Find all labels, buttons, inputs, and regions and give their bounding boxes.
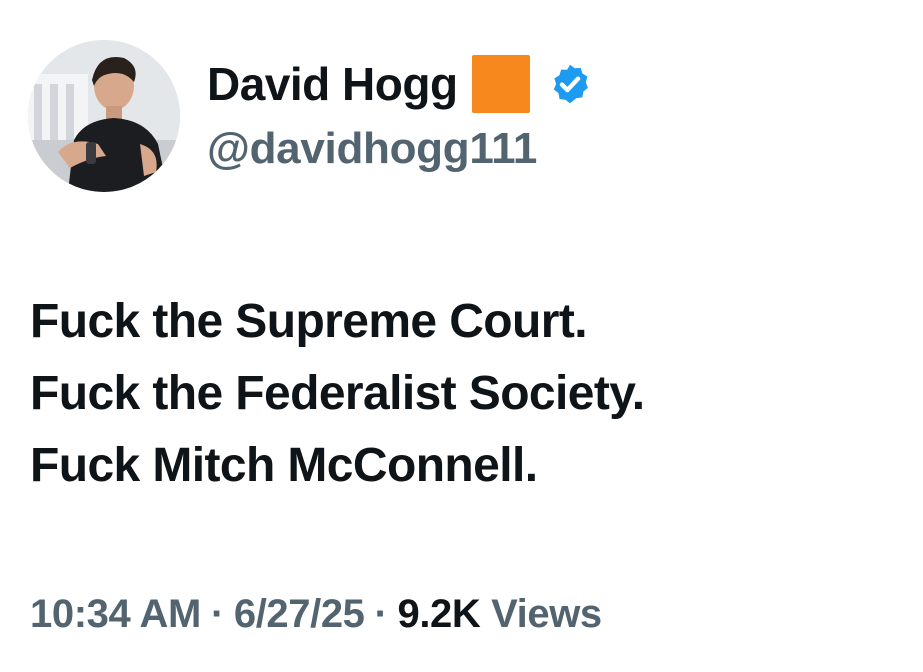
tweet-meta-row: 10:34 AM · 6/27/25 · 9.2K Views xyxy=(30,592,602,637)
tweet-card: David Hogg @davidhogg111 Fuck the Suprem… xyxy=(0,0,923,672)
views-label: Views xyxy=(491,592,602,636)
avatar[interactable] xyxy=(28,40,180,192)
tweet-text-line: Fuck the Federalist Society. xyxy=(30,367,645,420)
tweet-text-line: Fuck the Supreme Court. xyxy=(30,295,588,348)
meta-separator: · xyxy=(210,592,224,636)
tweet-text: Fuck the Supreme Court. Fuck the Federal… xyxy=(30,286,910,502)
meta-separator: · xyxy=(374,592,388,636)
views-count: 9.2K xyxy=(397,592,481,636)
author-display-name[interactable]: David Hogg xyxy=(207,57,458,111)
verified-badge-icon xyxy=(553,64,588,104)
tweet-date[interactable]: 6/27/25 xyxy=(234,592,365,636)
tweet-time[interactable]: 10:34 AM xyxy=(30,592,201,636)
author-handle[interactable]: @davidhogg111 xyxy=(207,124,537,174)
orange-square-emoji-icon xyxy=(471,55,530,113)
profile-photo-icon xyxy=(28,40,180,192)
tweet-text-line: Fuck Mitch McConnell. xyxy=(30,439,538,492)
author-name-row: David Hogg xyxy=(207,54,592,114)
